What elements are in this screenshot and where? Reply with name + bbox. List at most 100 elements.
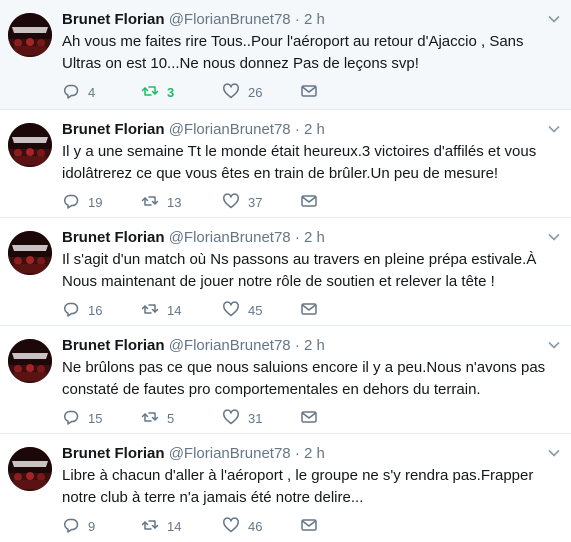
like-count: 26: [248, 84, 263, 100]
tweet[interactable]: Brunet Florian @FlorianBrunet78 · 2 h Ah…: [0, 0, 571, 110]
retweet-button[interactable]: 13: [141, 192, 181, 212]
direct-message-button[interactable]: [300, 516, 326, 536]
timestamp[interactable]: 2 h: [304, 229, 325, 246]
author-name[interactable]: Brunet Florian: [62, 445, 165, 462]
tweet-text: Il s'agit d'un match où Ns passons au tr…: [62, 251, 537, 290]
reply-icon: [62, 192, 88, 213]
retweet-count: 13: [167, 194, 182, 210]
author-handle[interactable]: @FlorianBrunet78: [169, 121, 291, 138]
tweet-actions: 4 3 26: [62, 82, 392, 102]
retweet-count: 14: [167, 302, 182, 318]
avatar[interactable]: [8, 447, 52, 491]
separator-dot: ·: [294, 445, 300, 462]
chevron-down-icon[interactable]: [547, 338, 561, 352]
like-button[interactable]: 37: [222, 192, 262, 212]
avatar[interactable]: [8, 231, 52, 275]
avatar[interactable]: [8, 123, 52, 167]
retweet-button[interactable]: 3: [141, 82, 174, 102]
reply-icon: [62, 408, 88, 429]
retweet-icon: [141, 300, 167, 321]
tweet-header: Brunet Florian @FlorianBrunet78 · 2 h: [62, 10, 541, 30]
tweet-header: Brunet Florian @FlorianBrunet78 · 2 h: [62, 444, 541, 464]
retweet-button[interactable]: 14: [141, 300, 181, 320]
reply-button[interactable]: 9: [62, 516, 95, 536]
reply-icon: [62, 82, 88, 103]
author-handle[interactable]: @FlorianBrunet78: [169, 229, 291, 246]
author-handle[interactable]: @FlorianBrunet78: [169, 445, 291, 462]
author-handle[interactable]: @FlorianBrunet78: [169, 337, 291, 354]
avatar[interactable]: [8, 13, 52, 57]
reply-button[interactable]: 15: [62, 408, 102, 428]
reply-button[interactable]: 16: [62, 300, 102, 320]
tweet-header: Brunet Florian @FlorianBrunet78 · 2 h: [62, 228, 541, 248]
timestamp[interactable]: 2 h: [304, 337, 325, 354]
retweet-count: 5: [167, 410, 175, 426]
direct-message-button[interactable]: [300, 82, 326, 102]
reply-count: 4: [88, 84, 96, 100]
timestamp[interactable]: 2 h: [304, 121, 325, 138]
chevron-down-icon[interactable]: [547, 230, 561, 244]
author-name[interactable]: Brunet Florian: [62, 11, 165, 28]
tweet-actions: 15 5 31: [62, 408, 392, 428]
tweet[interactable]: Brunet Florian @FlorianBrunet78 · 2 h Il…: [0, 218, 571, 326]
author-name[interactable]: Brunet Florian: [62, 121, 165, 138]
timestamp[interactable]: 2 h: [304, 445, 325, 462]
envelope-icon: [300, 192, 326, 213]
separator-dot: ·: [294, 229, 300, 246]
chevron-down-icon[interactable]: [547, 122, 561, 136]
tweet[interactable]: Brunet Florian @FlorianBrunet78 · 2 h Ne…: [0, 326, 571, 434]
retweet-icon: [141, 192, 167, 213]
envelope-icon: [300, 516, 326, 537]
tweet[interactable]: Brunet Florian @FlorianBrunet78 · 2 h Il…: [0, 110, 571, 218]
retweet-icon: [141, 408, 167, 429]
reply-count: 16: [88, 302, 103, 318]
direct-message-button[interactable]: [300, 192, 326, 212]
reply-icon: [62, 300, 88, 321]
retweet-icon: [141, 82, 167, 103]
direct-message-button[interactable]: [300, 408, 326, 428]
envelope-icon: [300, 408, 326, 429]
tweet-text: Il y a une semaine Tt le monde était heu…: [62, 143, 537, 182]
author-handle[interactable]: @FlorianBrunet78: [169, 11, 291, 28]
direct-message-button[interactable]: [300, 300, 326, 320]
like-button[interactable]: 45: [222, 300, 262, 320]
retweet-button[interactable]: 14: [141, 516, 181, 536]
like-button[interactable]: 26: [222, 82, 262, 102]
tweet[interactable]: Brunet Florian @FlorianBrunet78 · 2 h Li…: [0, 434, 571, 542]
reply-button[interactable]: 19: [62, 192, 102, 212]
tweet-text: Ne brûlons pas ce que nous saluions enco…: [62, 359, 546, 398]
tweet-header: Brunet Florian @FlorianBrunet78 · 2 h: [62, 120, 541, 140]
reply-button[interactable]: 4: [62, 82, 95, 102]
envelope-icon: [300, 82, 326, 103]
like-button[interactable]: 31: [222, 408, 262, 428]
like-count: 45: [248, 302, 263, 318]
separator-dot: ·: [294, 121, 300, 138]
reply-count: 15: [88, 410, 103, 426]
like-count: 37: [248, 194, 263, 210]
tweet-actions: 9 14 46: [62, 516, 392, 536]
retweet-count: 3: [167, 84, 175, 100]
avatar[interactable]: [8, 339, 52, 383]
retweet-button[interactable]: 5: [141, 408, 174, 428]
envelope-icon: [300, 300, 326, 321]
retweet-icon: [141, 516, 167, 537]
reply-count: 9: [88, 518, 96, 534]
reply-icon: [62, 516, 88, 537]
reply-count: 19: [88, 194, 103, 210]
chevron-down-icon[interactable]: [547, 446, 561, 460]
like-button[interactable]: 46: [222, 516, 262, 536]
separator-dot: ·: [294, 11, 300, 28]
heart-icon: [222, 300, 248, 321]
author-name[interactable]: Brunet Florian: [62, 337, 165, 354]
separator-dot: ·: [294, 337, 300, 354]
tweet-text: Ah vous me faites rire Tous..Pour l'aéro…: [62, 33, 524, 72]
tweet-timeline: Brunet Florian @FlorianBrunet78 · 2 h Ah…: [0, 0, 571, 542]
chevron-down-icon[interactable]: [547, 12, 561, 26]
tweet-actions: 19 13 37: [62, 192, 392, 212]
author-name[interactable]: Brunet Florian: [62, 229, 165, 246]
heart-icon: [222, 82, 248, 103]
tweet-header: Brunet Florian @FlorianBrunet78 · 2 h: [62, 336, 541, 356]
like-count: 46: [248, 518, 263, 534]
tweet-text: Libre à chacun d'aller à l'aéroport , le…: [62, 467, 534, 506]
timestamp[interactable]: 2 h: [304, 11, 325, 28]
